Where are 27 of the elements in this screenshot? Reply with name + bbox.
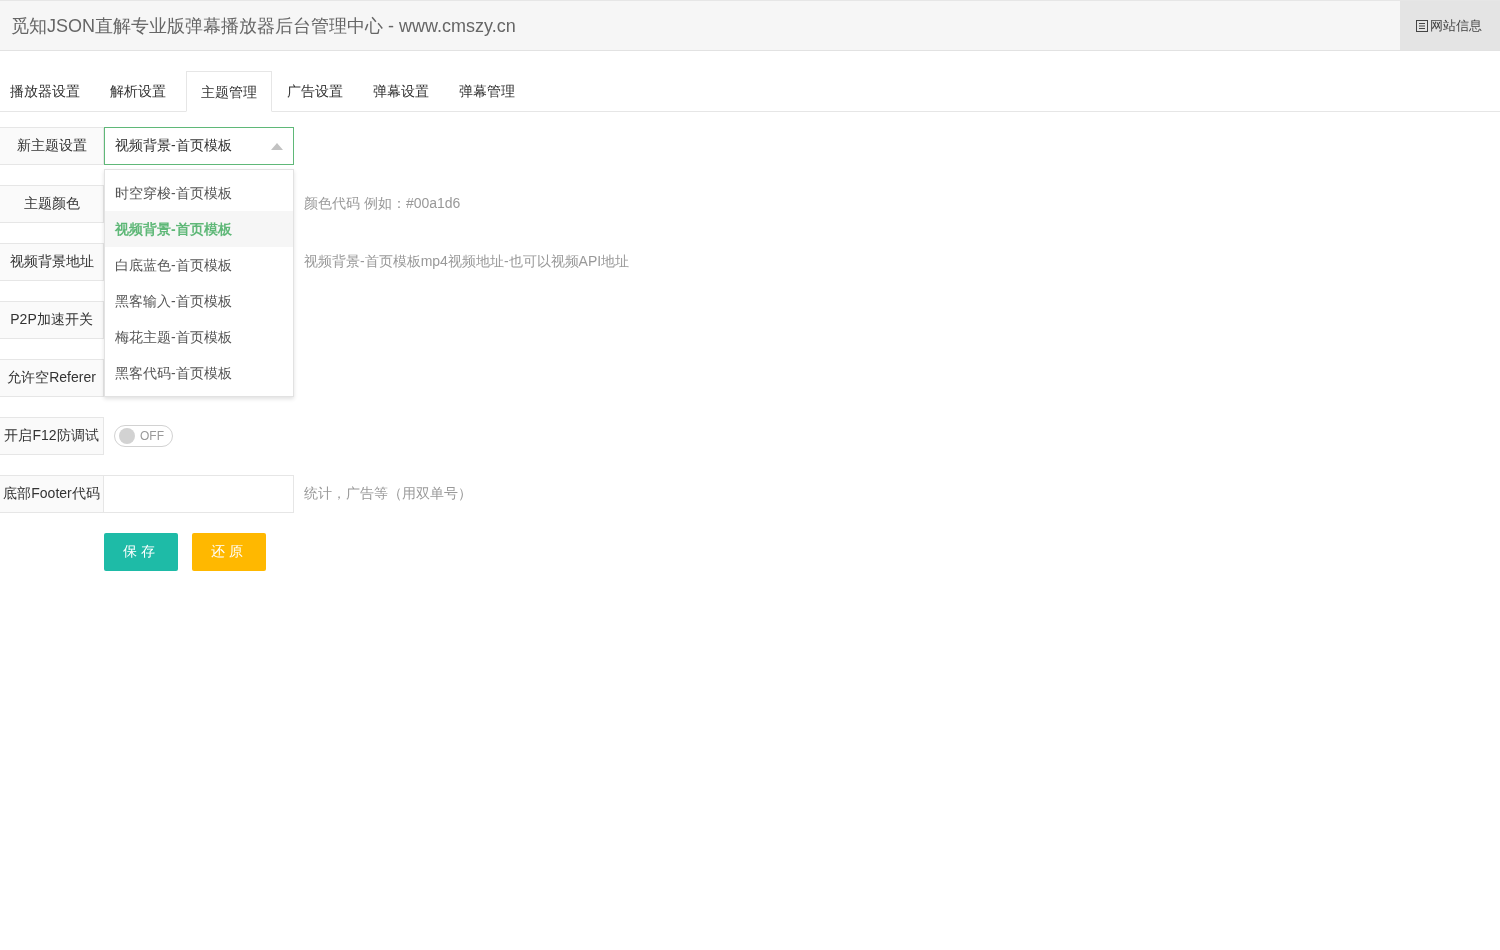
tab[interactable]: 弹幕设置: [363, 71, 444, 111]
tab[interactable]: 主题管理: [186, 71, 272, 112]
field-label: 主题颜色: [0, 185, 104, 223]
tab[interactable]: 弹幕管理: [449, 71, 530, 111]
hint-text: 颜色代码 例如：#00a1d6: [304, 195, 461, 213]
tab[interactable]: 播放器设置: [0, 71, 95, 111]
page-title: 觅知JSON直解专业版弹幕播放器后台管理中心 - www.cmszy.cn: [11, 14, 516, 38]
text-field[interactable]: [104, 475, 294, 513]
field-label: P2P加速开关: [0, 301, 104, 339]
hint-text: 统计，广告等（用双单号）: [304, 485, 472, 503]
caret-icon: [271, 142, 283, 150]
dropdown-option[interactable]: 白底蓝色-首页模板: [105, 247, 293, 283]
hint-text: 视频背景-首页模板mp4视频地址-也可以视频API地址: [304, 253, 630, 271]
tab[interactable]: 解析设置: [100, 71, 181, 111]
list-icon: [1416, 19, 1428, 32]
field-label: 新主题设置: [0, 127, 104, 165]
theme-select[interactable]: 视频背景-首页模板: [104, 127, 294, 165]
tab[interactable]: 广告设置: [277, 71, 358, 111]
field-label: 允许空Referer: [0, 359, 104, 397]
field-label: 底部Footer代码: [0, 475, 104, 513]
field-label: 视频背景地址: [0, 243, 104, 281]
dropdown-option[interactable]: 黑客输入-首页模板: [105, 283, 293, 319]
dropdown-option[interactable]: 时空穿梭-首页模板: [105, 175, 293, 211]
dropdown-option[interactable]: 梅花主题-首页模板: [105, 319, 293, 355]
site-info-button[interactable]: 网站信息: [1400, 1, 1500, 50]
dropdown-option[interactable]: 黑客代码-首页模板: [105, 355, 293, 391]
field-label: 开启F12防调试: [0, 417, 104, 455]
